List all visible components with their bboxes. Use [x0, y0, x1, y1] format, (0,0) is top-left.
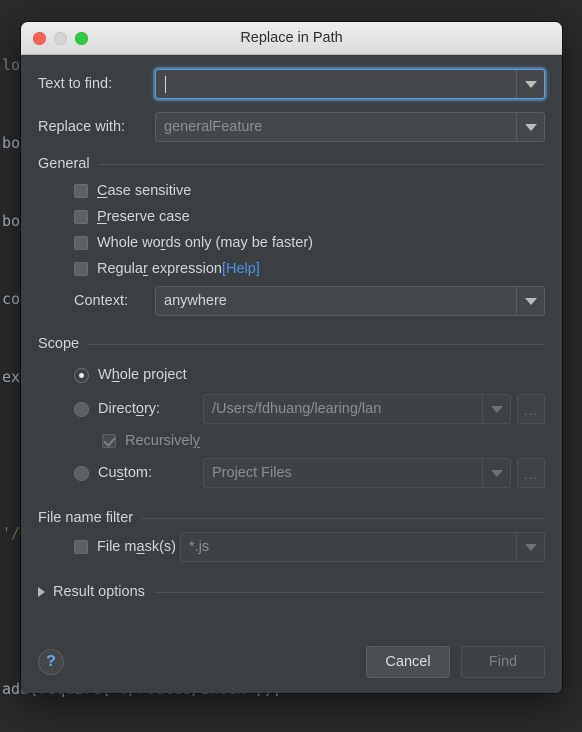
whole-project-row[interactable]: Whole project	[38, 358, 545, 392]
regular-expression-checkbox[interactable]	[74, 262, 88, 276]
text-cursor	[165, 75, 166, 93]
file-mask-row[interactable]: File mask(s) *.js	[38, 532, 545, 562]
dialog-footer: ? Cancel Find	[21, 631, 562, 693]
directory-label: Directory:	[98, 401, 161, 417]
regular-expression-label: Regular expression	[97, 261, 222, 277]
text-to-find-dropdown-button[interactable]	[516, 70, 544, 98]
whole-project-radio[interactable]	[74, 367, 89, 383]
section-divider	[88, 343, 545, 345]
replace-with-dropdown-button[interactable]	[516, 113, 544, 141]
result-options-row[interactable]: Result options	[38, 584, 545, 600]
replace-in-path-dialog: Replace in Path Text to find: Replace wi…	[21, 22, 562, 693]
help-button[interactable]: ?	[38, 649, 64, 675]
context-label: Context:	[74, 293, 128, 309]
chevron-right-icon	[38, 587, 45, 597]
general-section-title: General	[38, 156, 90, 172]
preserve-case-checkbox[interactable]	[74, 210, 88, 224]
context-value[interactable]: anywhere	[156, 287, 516, 315]
chevron-down-icon	[524, 123, 537, 131]
custom-row[interactable]: Custom: Project Files ...	[38, 456, 545, 490]
regex-help-link[interactable]: [Help]	[222, 261, 260, 277]
custom-scope-input[interactable]: Project Files	[204, 459, 482, 487]
custom-browse-button[interactable]: ...	[517, 458, 545, 488]
result-options-title: Result options	[53, 584, 145, 600]
file-name-filter-title: File name filter	[38, 510, 134, 526]
context-dropdown-button[interactable]	[516, 287, 544, 315]
chevron-down-icon	[490, 469, 503, 477]
context-combo[interactable]: anywhere	[155, 286, 545, 316]
chevron-down-icon	[490, 405, 503, 413]
scope-section-header: Scope	[38, 336, 545, 352]
directory-radio[interactable]	[74, 401, 89, 417]
custom-dropdown-button[interactable]	[482, 459, 510, 487]
replace-with-input[interactable]: generalFeature	[156, 113, 516, 141]
zoom-button[interactable]	[75, 31, 88, 45]
chevron-down-icon	[524, 543, 537, 551]
file-mask-dropdown-button[interactable]	[516, 533, 544, 561]
file-mask-input[interactable]: *.js	[181, 533, 516, 561]
window-title: Replace in Path	[240, 30, 343, 46]
custom-combo[interactable]: Project Files	[203, 458, 511, 488]
custom-radio[interactable]	[74, 465, 89, 481]
file-mask-checkbox[interactable]	[74, 540, 88, 554]
section-divider	[142, 517, 545, 519]
whole-project-label: Whole project	[98, 367, 187, 383]
section-divider	[98, 163, 545, 165]
preserve-case-row[interactable]: Preserve case	[38, 204, 545, 230]
window-controls	[21, 31, 88, 45]
directory-path-input[interactable]: /Users/fdhuang/learing/lan	[204, 395, 482, 423]
context-row: Context: anywhere	[38, 286, 545, 316]
text-to-find-input[interactable]	[156, 70, 516, 98]
dialog-titlebar[interactable]: Replace in Path	[21, 22, 562, 55]
dialog-body: Text to find: Replace with: generalFeatu…	[21, 55, 562, 631]
replace-with-row: Replace with: generalFeature	[38, 112, 545, 142]
directory-dropdown-button[interactable]	[482, 395, 510, 423]
whole-words-label: Whole words only (may be faster)	[97, 235, 313, 251]
case-sensitive-checkbox[interactable]	[74, 184, 88, 198]
general-section-header: General	[38, 156, 545, 172]
directory-browse-button[interactable]: ...	[517, 394, 545, 424]
close-button[interactable]	[33, 31, 46, 45]
text-to-find-label: Text to find:	[38, 76, 113, 92]
file-mask-label: File mask(s)	[97, 539, 176, 555]
directory-combo[interactable]: /Users/fdhuang/learing/lan	[203, 394, 511, 424]
file-mask-combo[interactable]: *.js	[179, 532, 545, 562]
recursively-checkbox[interactable]	[102, 434, 116, 448]
chevron-down-icon	[524, 297, 537, 305]
recursively-row[interactable]: Recursively	[38, 426, 545, 456]
case-sensitive-label: Case sensitive	[97, 183, 192, 199]
text-to-find-combo[interactable]	[155, 69, 545, 99]
minimize-button[interactable]	[54, 31, 67, 45]
find-button[interactable]: Find	[461, 646, 545, 678]
section-divider	[153, 591, 545, 593]
file-name-filter-header: File name filter	[38, 510, 545, 526]
cancel-button[interactable]: Cancel	[366, 646, 450, 678]
scope-section-title: Scope	[38, 336, 80, 352]
case-sensitive-row[interactable]: Case sensitive	[38, 178, 545, 204]
whole-words-checkbox[interactable]	[74, 236, 88, 250]
text-to-find-row: Text to find:	[38, 69, 545, 99]
directory-row[interactable]: Directory: /Users/fdhuang/learing/lan ..…	[38, 392, 545, 426]
replace-with-combo[interactable]: generalFeature	[155, 112, 545, 142]
chevron-down-icon	[524, 80, 537, 88]
replace-with-label: Replace with:	[38, 119, 126, 135]
regular-expression-row[interactable]: Regular expression [Help]	[38, 256, 545, 282]
whole-words-row[interactable]: Whole words only (may be faster)	[38, 230, 545, 256]
preserve-case-label: Preserve case	[97, 209, 190, 225]
recursively-label: Recursively	[125, 433, 200, 449]
custom-label: Custom:	[98, 465, 152, 481]
